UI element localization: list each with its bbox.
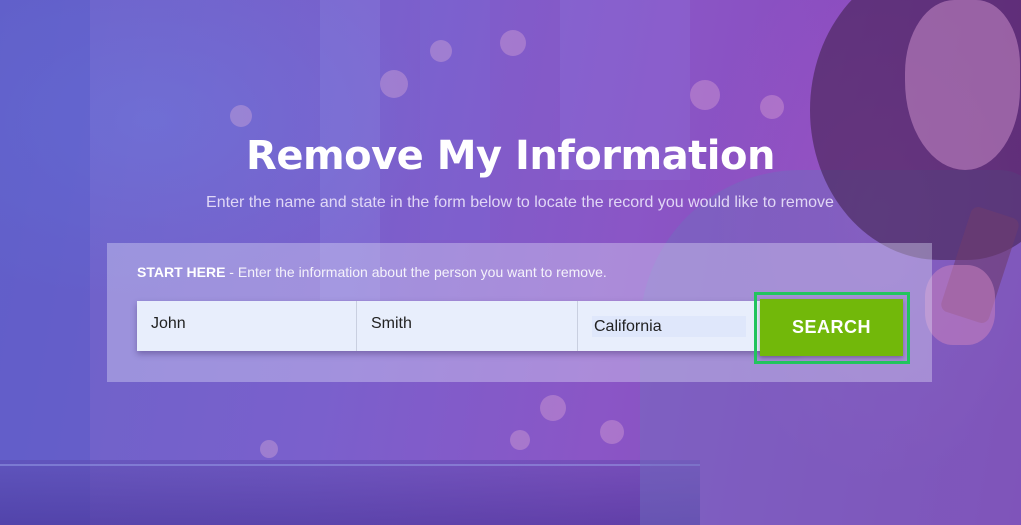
search-button[interactable]: SEARCH [760, 299, 903, 356]
bokeh-light [760, 95, 784, 119]
search-panel: START HERE - Enter the information about… [107, 243, 932, 382]
hero-section: Remove My Information Enter the name and… [0, 0, 1021, 525]
person-photo [925, 265, 995, 345]
bokeh-light [500, 30, 526, 56]
bokeh-light [540, 395, 566, 421]
instruction-emphasis: START HERE [137, 264, 226, 280]
bokeh-light [600, 420, 624, 444]
bokeh-light [510, 430, 530, 450]
page-title: Remove My Information [246, 133, 775, 179]
first-name-input[interactable] [151, 315, 341, 333]
state-select[interactable]: California [592, 316, 746, 337]
search-fields: California [137, 301, 800, 351]
bokeh-light [690, 80, 720, 110]
first-name-field [137, 301, 357, 351]
bokeh-light [430, 40, 452, 62]
page-subtitle: Enter the name and state in the form bel… [206, 194, 834, 211]
last-name-field [357, 301, 578, 351]
background-building [0, 0, 90, 525]
background-railing [0, 464, 700, 466]
bokeh-light [260, 440, 278, 458]
last-name-input[interactable] [371, 315, 561, 333]
instruction-text: - Enter the information about the person… [225, 264, 607, 280]
background-ground [0, 460, 700, 525]
bokeh-light [230, 105, 252, 127]
form-instruction: START HERE - Enter the information about… [137, 264, 607, 280]
bokeh-light [380, 70, 408, 98]
